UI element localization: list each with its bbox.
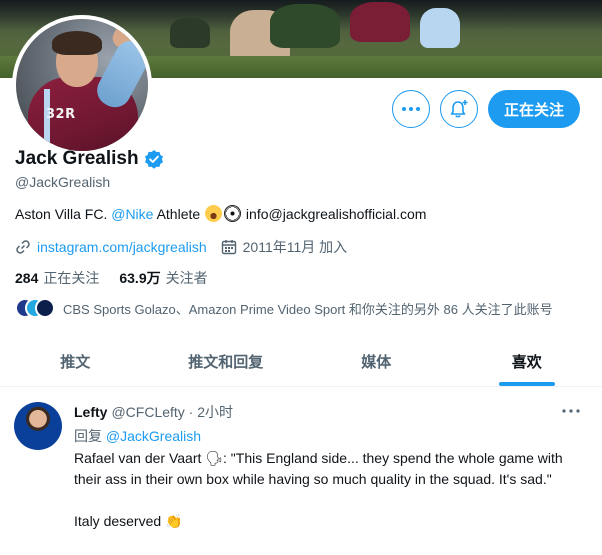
link-icon xyxy=(16,240,30,254)
reply-to-link[interactable]: @JackGrealish xyxy=(106,428,201,444)
bio-mention-link[interactable]: @Nike xyxy=(111,206,153,222)
tweet-author-avatar[interactable] xyxy=(14,402,62,450)
banner-figure xyxy=(350,2,410,42)
profile-name: Jack Grealish xyxy=(15,148,139,169)
tab-tweets[interactable]: 推文 xyxy=(0,337,151,386)
bio-email: info@jackgrealishofficial.com xyxy=(242,205,427,222)
tweet-header: Lefty @CFCLefty · 2小时 xyxy=(74,402,233,422)
tab-likes[interactable]: 喜欢 xyxy=(452,337,602,386)
bio-text: Athlete xyxy=(153,205,205,222)
tweet-author-handle[interactable]: @CFCLefty · 2小时 xyxy=(111,402,233,422)
tab-label: 推文 xyxy=(60,354,91,371)
tab-label: 媒体 xyxy=(361,354,392,371)
profile-handle: @JackGrealish xyxy=(15,174,111,190)
reply-prefix: 回复 xyxy=(74,428,106,444)
calendar-icon xyxy=(221,240,236,255)
tweet-paragraph: Italy deserved 👏 xyxy=(74,513,183,529)
followers-you-know-text: CBS Sports Golazo、Amazon Prime Video Spo… xyxy=(63,301,553,317)
avatar-hair xyxy=(52,31,102,55)
tweet-paragraph: Rafael van der Vaart 🗣: "This England si… xyxy=(74,450,563,487)
followers-you-know[interactable]: CBS Sports Golazo、Amazon Prime Video Spo… xyxy=(15,298,553,318)
banner-figure xyxy=(270,4,340,48)
mini-avatar-group xyxy=(15,298,55,318)
profile-joined-date: 2011年11月 加入 xyxy=(242,239,348,255)
tab-label: 喜欢 xyxy=(511,354,542,371)
profile-bio: Aston Villa FC. @Nike Athlete info@jackg… xyxy=(15,205,426,222)
mini-avatar xyxy=(35,298,55,318)
avatar-shirt-number: 32R xyxy=(46,107,76,122)
bell-plus-icon xyxy=(450,100,468,118)
avatar-shirt-stripe xyxy=(44,89,50,151)
notify-button[interactable] xyxy=(440,90,478,128)
following-count: 284 xyxy=(15,270,39,286)
followers-stat[interactable]: 63.9万 关注者 xyxy=(119,268,207,288)
following-stat[interactable]: 284 正在关注 xyxy=(15,268,99,288)
tweet[interactable]: Lefty @CFCLefty · 2小时 回复 @JackGrealish R… xyxy=(0,392,602,555)
more-button[interactable] xyxy=(392,90,430,128)
profile-name-row: Jack Grealish xyxy=(15,148,164,170)
verified-badge-icon xyxy=(144,150,163,169)
bio-text: Aston Villa FC. xyxy=(15,205,112,222)
tweet-author-name[interactable]: Lefty xyxy=(74,404,107,420)
more-dots-icon xyxy=(402,107,420,111)
following-button[interactable]: 正在关注 xyxy=(488,90,580,128)
banner-figure xyxy=(420,8,460,48)
profile-meta: instagram.com/jackgrealish 2011年11月 加入 xyxy=(15,237,347,257)
profile-tabs: 推文 推文和回复 媒体 喜欢 xyxy=(0,337,602,387)
tab-label: 推文和回复 xyxy=(188,354,264,371)
followers-count: 63.9万 xyxy=(119,270,161,286)
tab-media[interactable]: 媒体 xyxy=(301,337,452,386)
profile-stats: 284 正在关注 63.9万 关注者 xyxy=(15,268,228,288)
following-label: 正在关注 xyxy=(43,270,100,286)
soccer-ball-icon xyxy=(224,205,242,222)
more-dots-icon xyxy=(562,409,580,413)
followers-label: 关注者 xyxy=(165,270,208,286)
tweet-more-button[interactable] xyxy=(556,400,586,422)
tweet-text: Rafael van der Vaart 🗣: "This England si… xyxy=(74,448,574,532)
grinning-face-icon xyxy=(205,205,223,222)
banner-figure xyxy=(170,18,210,48)
active-tab-indicator xyxy=(498,382,555,386)
tab-tweets-and-replies[interactable]: 推文和回复 xyxy=(151,337,302,386)
profile-avatar[interactable]: 32R xyxy=(12,15,152,155)
profile-website-link[interactable]: instagram.com/jackgrealish xyxy=(37,239,207,255)
tweet-reply-context: 回复 @JackGrealish xyxy=(74,426,201,446)
